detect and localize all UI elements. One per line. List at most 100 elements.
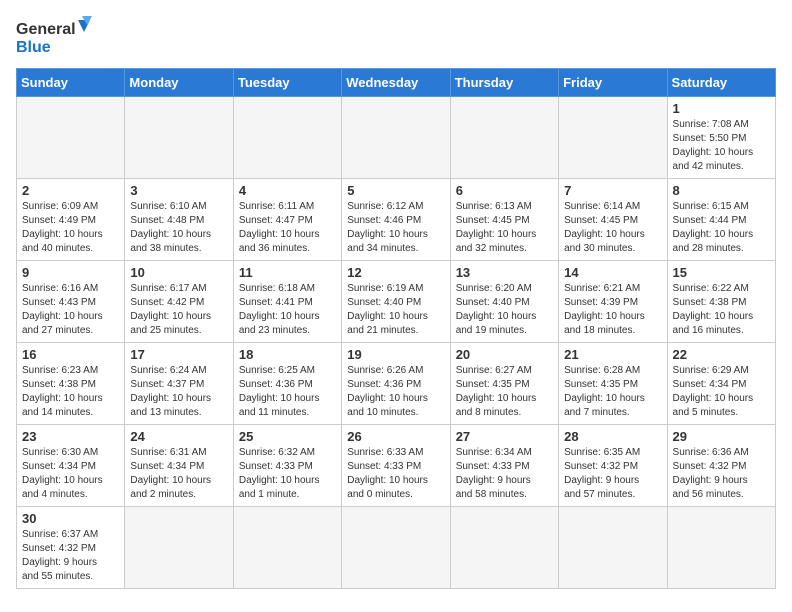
calendar-cell	[559, 97, 667, 179]
day-info: Sunrise: 6:15 AM Sunset: 4:44 PM Dayligh…	[673, 200, 770, 256]
calendar-cell: 7 Sunrise: 6:14 AM Sunset: 4:45 PM Daylig…	[559, 179, 667, 261]
logo: GeneralBlue	[16, 16, 96, 58]
calendar-week-row: 16 Sunrise: 6:23 AM Sunset: 4:38 PM Dayli…	[17, 343, 776, 425]
calendar-cell: 17 Sunrise: 6:24 AM Sunset: 4:37 PM Dayli…	[125, 343, 233, 425]
weekday-header-saturday: Saturday	[667, 69, 775, 97]
header: GeneralBlue	[16, 16, 776, 58]
day-info: Sunrise: 6:17 AM Sunset: 4:42 PM Dayligh…	[130, 282, 227, 338]
day-number: 15	[673, 265, 770, 280]
calendar-cell: 29 Sunrise: 6:36 AM Sunset: 4:32 PM Dayli…	[667, 425, 775, 507]
calendar-cell: 16 Sunrise: 6:23 AM Sunset: 4:38 PM Dayli…	[17, 343, 125, 425]
calendar-cell: 2Sunrise: 6:09 AM Sunset: 4:49 PM Daylig…	[17, 179, 125, 261]
day-info: Sunrise: 6:12 AM Sunset: 4:46 PM Dayligh…	[347, 200, 444, 256]
day-info: Sunrise: 6:13 AM Sunset: 4:45 PM Dayligh…	[456, 200, 553, 256]
day-number: 6	[456, 183, 553, 198]
weekday-header-monday: Monday	[125, 69, 233, 97]
calendar-cell	[667, 507, 775, 589]
day-number: 11	[239, 265, 336, 280]
day-number: 1	[673, 101, 770, 116]
day-number: 19	[347, 347, 444, 362]
calendar-cell: 5 Sunrise: 6:12 AM Sunset: 4:46 PM Daylig…	[342, 179, 450, 261]
day-number: 2	[22, 183, 119, 198]
day-number: 16	[22, 347, 119, 362]
day-info: Sunrise: 6:31 AM Sunset: 4:34 PM Dayligh…	[130, 446, 227, 502]
day-number: 4	[239, 183, 336, 198]
day-info: Sunrise: 6:22 AM Sunset: 4:38 PM Dayligh…	[673, 282, 770, 338]
calendar-cell: 21Sunrise: 6:28 AM Sunset: 4:35 PM Dayli…	[559, 343, 667, 425]
calendar-cell: 13Sunrise: 6:20 AM Sunset: 4:40 PM Dayli…	[450, 261, 558, 343]
weekday-header-sunday: Sunday	[17, 69, 125, 97]
day-number: 27	[456, 429, 553, 444]
day-number: 21	[564, 347, 661, 362]
weekday-header-friday: Friday	[559, 69, 667, 97]
day-number: 20	[456, 347, 553, 362]
calendar-cell: 12 Sunrise: 6:19 AM Sunset: 4:40 PM Dayli…	[342, 261, 450, 343]
calendar-cell: 26Sunrise: 6:33 AM Sunset: 4:33 PM Dayli…	[342, 425, 450, 507]
day-info: Sunrise: 6:35 AM Sunset: 4:32 PM Dayligh…	[564, 446, 661, 502]
day-info: Sunrise: 6:32 AM Sunset: 4:33 PM Dayligh…	[239, 446, 336, 502]
calendar-cell	[17, 97, 125, 179]
weekday-header-thursday: Thursday	[450, 69, 558, 97]
day-info: Sunrise: 6:34 AM Sunset: 4:33 PM Dayligh…	[456, 446, 553, 502]
day-number: 10	[130, 265, 227, 280]
calendar-cell	[233, 97, 341, 179]
day-info: Sunrise: 7:08 AM Sunset: 5:50 PM Dayligh…	[673, 118, 770, 174]
day-info: Sunrise: 6:29 AM Sunset: 4:34 PM Dayligh…	[673, 364, 770, 420]
calendar-cell: 8 Sunrise: 6:15 AM Sunset: 4:44 PM Daylig…	[667, 179, 775, 261]
calendar-table: SundayMondayTuesdayWednesdayThursdayFrid…	[16, 68, 776, 589]
calendar-cell	[342, 507, 450, 589]
day-info: Sunrise: 6:24 AM Sunset: 4:37 PM Dayligh…	[130, 364, 227, 420]
calendar-cell	[450, 97, 558, 179]
calendar-week-row: 1 Sunrise: 7:08 AM Sunset: 5:50 PM Daylig…	[17, 97, 776, 179]
calendar-cell: 25 Sunrise: 6:32 AM Sunset: 4:33 PM Dayli…	[233, 425, 341, 507]
day-info: Sunrise: 6:21 AM Sunset: 4:39 PM Dayligh…	[564, 282, 661, 338]
day-info: Sunrise: 6:27 AM Sunset: 4:35 PM Dayligh…	[456, 364, 553, 420]
day-info: Sunrise: 6:19 AM Sunset: 4:40 PM Dayligh…	[347, 282, 444, 338]
day-info: Sunrise: 6:25 AM Sunset: 4:36 PM Dayligh…	[239, 364, 336, 420]
calendar-week-row: 9Sunrise: 6:16 AM Sunset: 4:43 PM Daylig…	[17, 261, 776, 343]
day-number: 17	[130, 347, 227, 362]
day-number: 8	[673, 183, 770, 198]
day-number: 9	[22, 265, 119, 280]
day-number: 26	[347, 429, 444, 444]
calendar-cell	[559, 507, 667, 589]
day-number: 24	[130, 429, 227, 444]
calendar-cell	[125, 507, 233, 589]
calendar-cell: 15 Sunrise: 6:22 AM Sunset: 4:38 PM Dayli…	[667, 261, 775, 343]
weekday-header-wednesday: Wednesday	[342, 69, 450, 97]
calendar-cell: 9Sunrise: 6:16 AM Sunset: 4:43 PM Daylig…	[17, 261, 125, 343]
day-number: 29	[673, 429, 770, 444]
calendar-cell: 23Sunrise: 6:30 AM Sunset: 4:34 PM Dayli…	[17, 425, 125, 507]
day-number: 25	[239, 429, 336, 444]
day-info: Sunrise: 6:10 AM Sunset: 4:48 PM Dayligh…	[130, 200, 227, 256]
day-number: 3	[130, 183, 227, 198]
day-number: 7	[564, 183, 661, 198]
calendar-cell: 28Sunrise: 6:35 AM Sunset: 4:32 PM Dayli…	[559, 425, 667, 507]
day-number: 23	[22, 429, 119, 444]
day-number: 22	[673, 347, 770, 362]
calendar-cell	[450, 507, 558, 589]
calendar-week-row: 23Sunrise: 6:30 AM Sunset: 4:34 PM Dayli…	[17, 425, 776, 507]
day-info: Sunrise: 6:26 AM Sunset: 4:36 PM Dayligh…	[347, 364, 444, 420]
weekday-header-tuesday: Tuesday	[233, 69, 341, 97]
svg-text:General: General	[16, 21, 76, 38]
day-number: 13	[456, 265, 553, 280]
calendar-cell: 14 Sunrise: 6:21 AM Sunset: 4:39 PM Dayli…	[559, 261, 667, 343]
calendar-cell: 6 Sunrise: 6:13 AM Sunset: 4:45 PM Daylig…	[450, 179, 558, 261]
calendar-cell: 22 Sunrise: 6:29 AM Sunset: 4:34 PM Dayli…	[667, 343, 775, 425]
day-info: Sunrise: 6:14 AM Sunset: 4:45 PM Dayligh…	[564, 200, 661, 256]
calendar-cell: 11Sunrise: 6:18 AM Sunset: 4:41 PM Dayli…	[233, 261, 341, 343]
calendar-cell: 18 Sunrise: 6:25 AM Sunset: 4:36 PM Dayli…	[233, 343, 341, 425]
day-number: 5	[347, 183, 444, 198]
calendar-cell	[233, 507, 341, 589]
day-number: 18	[239, 347, 336, 362]
day-number: 14	[564, 265, 661, 280]
calendar-cell: 30Sunrise: 6:37 AM Sunset: 4:32 PM Dayli…	[17, 507, 125, 589]
calendar-cell: 3 Sunrise: 6:10 AM Sunset: 4:48 PM Daylig…	[125, 179, 233, 261]
day-info: Sunrise: 6:23 AM Sunset: 4:38 PM Dayligh…	[22, 364, 119, 420]
calendar-week-row: 2Sunrise: 6:09 AM Sunset: 4:49 PM Daylig…	[17, 179, 776, 261]
calendar-cell: 4Sunrise: 6:11 AM Sunset: 4:47 PM Daylig…	[233, 179, 341, 261]
day-info: Sunrise: 6:36 AM Sunset: 4:32 PM Dayligh…	[673, 446, 770, 502]
day-number: 12	[347, 265, 444, 280]
calendar-cell: 24 Sunrise: 6:31 AM Sunset: 4:34 PM Dayli…	[125, 425, 233, 507]
